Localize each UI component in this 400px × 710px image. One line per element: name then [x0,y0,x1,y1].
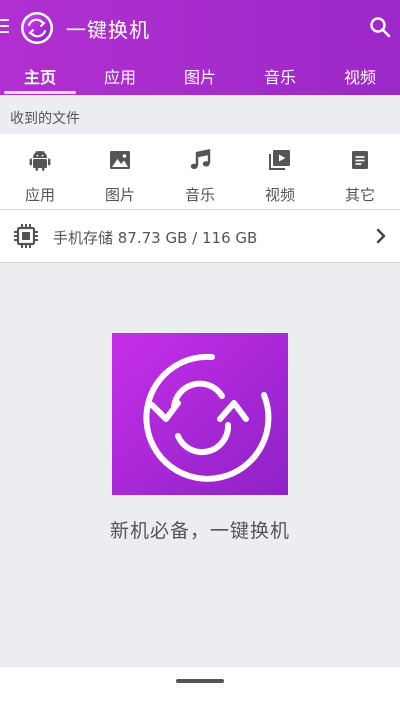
tab-label: 音乐 [263,68,296,87]
category-label: 图片 [104,186,135,204]
app-header: 一键换机 主页 应用 图片 音乐 视频 [0,0,400,95]
home-indicator[interactable] [176,679,224,683]
category-label: 应用 [24,186,55,204]
tab-images[interactable]: 图片 [160,64,240,95]
category-label: 音乐 [184,186,215,204]
category-apps[interactable]: 应用 [0,134,80,209]
tab-label: 图片 [183,68,216,87]
tab-label: 主页 [23,68,56,87]
tab-bar: 主页 应用 图片 音乐 视频 [0,56,400,95]
video-icon [269,150,290,170]
music-note-icon [190,149,211,169]
category-other[interactable]: 其它 [320,134,400,209]
tab-music[interactable]: 音乐 [240,64,320,95]
promo-slogan: 新机必备，一键换机 [109,520,290,542]
category-music[interactable]: 音乐 [160,134,240,209]
search-icon[interactable] [368,15,392,39]
tab-apps[interactable]: 应用 [80,64,160,95]
category-label: 视频 [264,186,295,204]
active-tab-indicator [4,91,76,94]
app-logo-icon [21,12,53,44]
top-app-bar: 一键换机 [0,0,400,56]
tab-label: 应用 [103,68,136,87]
menu-icon[interactable] [0,19,10,35]
received-categories-panel: 应用 图片 音乐 视频 其它 [0,134,400,209]
memory-chip-icon [14,224,38,248]
app-title: 一键换机 [66,18,150,42]
system-navigation-bar [0,667,400,710]
android-icon [29,150,51,171]
divider [0,262,400,263]
received-files-heading: 收到的文件 [10,111,80,127]
category-images[interactable]: 图片 [80,134,160,209]
chevron-right-icon [376,228,386,244]
tab-label: 视频 [343,68,376,87]
storage-usage-text: 手机存储 87.73 GB / 116 GB [53,229,258,247]
document-icon [352,151,368,169]
category-label: 其它 [344,186,375,204]
phone-storage-row[interactable]: 手机存储 87.73 GB / 116 GB [0,210,400,262]
tab-video[interactable]: 视频 [320,64,400,95]
category-video[interactable]: 视频 [240,134,320,209]
image-icon [110,151,130,169]
transfer-logo-image [112,333,288,495]
